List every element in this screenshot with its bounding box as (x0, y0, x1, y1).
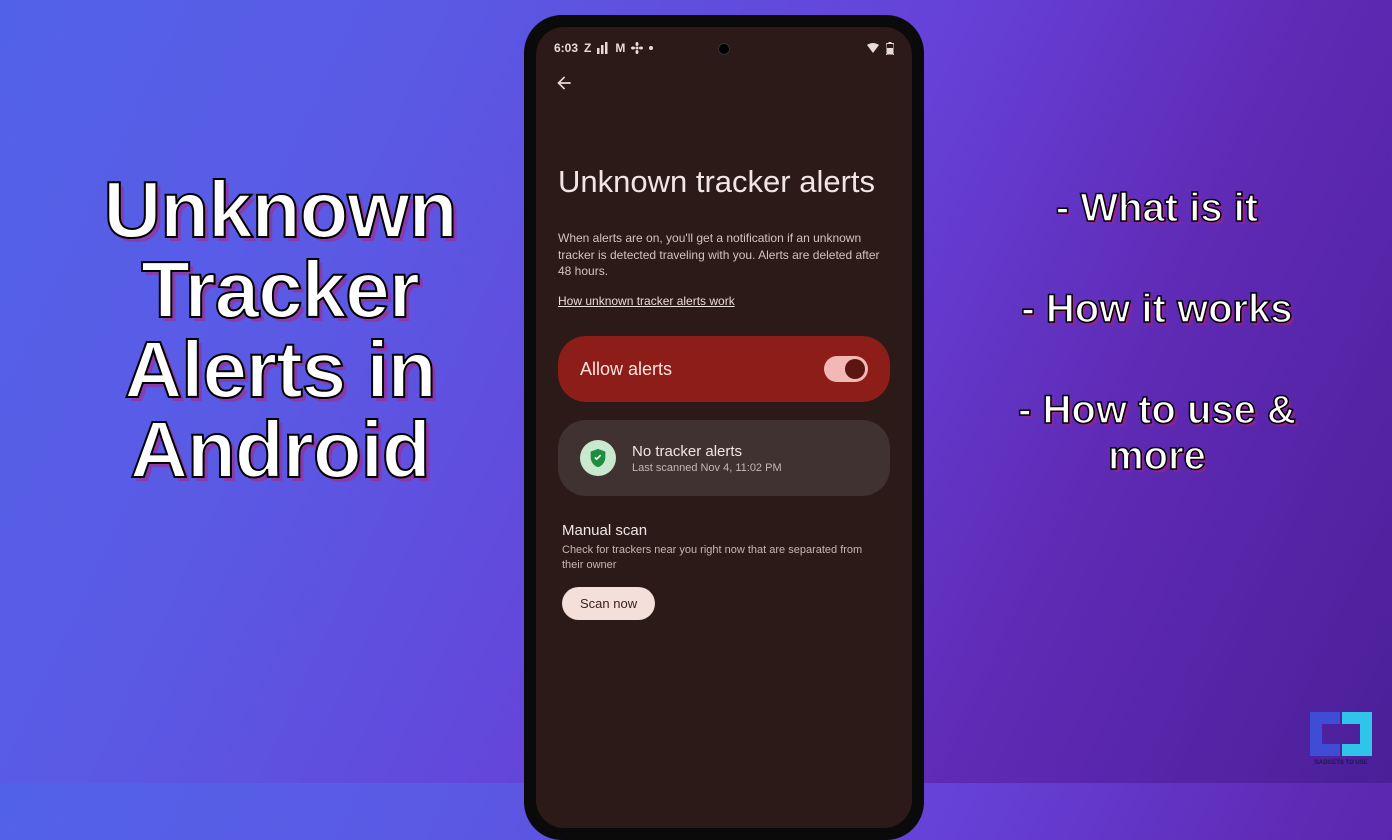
status-subtitle: Last scanned Nov 4, 11:02 PM (632, 462, 782, 474)
manual-scan-section: Manual scan Check for trackers near you … (558, 514, 890, 628)
camera-cutout (718, 43, 730, 55)
phone-frame: 6:03 Z M Unknown tracker alerts When ale… (524, 15, 924, 840)
manual-scan-description: Check for trackers near you right now th… (562, 543, 886, 573)
arrow-back-icon (554, 73, 574, 93)
toggle-knob (845, 359, 865, 379)
shield-check-icon (580, 440, 616, 476)
page-title: Unknown tracker alerts (558, 163, 890, 202)
gadgets-to-use-logo: GADGETS TO USE (1302, 704, 1380, 771)
status-dot-icon (649, 46, 653, 50)
bullet-3: - How to use & more (977, 387, 1337, 479)
allow-alerts-label: Allow alerts (580, 359, 824, 380)
left-headline: Unknown Tracker Alerts in Android (80, 170, 480, 490)
battery-icon (886, 42, 894, 55)
allow-alerts-toggle[interactable] (824, 356, 868, 382)
status-chart-icon (597, 42, 609, 54)
bullet-2: - How it works (977, 286, 1337, 332)
status-fan-icon (631, 42, 643, 54)
allow-alerts-card[interactable]: Allow alerts (558, 336, 890, 402)
headline-text: Unknown Tracker Alerts in Android (80, 170, 480, 490)
wifi-icon (866, 42, 880, 54)
logo-text: GADGETS TO USE (1314, 760, 1368, 766)
status-time: 6:03 (554, 41, 578, 55)
scan-now-button[interactable]: Scan now (562, 587, 655, 620)
phone-screen: 6:03 Z M Unknown tracker alerts When ale… (536, 27, 912, 828)
manual-scan-title: Manual scan (562, 522, 886, 539)
back-button[interactable] (536, 63, 912, 108)
status-z-icon: Z (584, 41, 591, 55)
status-title: No tracker alerts (632, 443, 782, 460)
right-bullets: - What is it - How it works - How to use… (977, 185, 1337, 534)
page-description: When alerts are on, you'll get a notific… (558, 230, 890, 280)
tracker-status-card[interactable]: No tracker alerts Last scanned Nov 4, 11… (558, 420, 890, 496)
status-m-icon: M (615, 41, 625, 55)
bullet-1: - What is it (977, 185, 1337, 231)
how-it-works-link[interactable]: How unknown tracker alerts work (558, 294, 735, 308)
